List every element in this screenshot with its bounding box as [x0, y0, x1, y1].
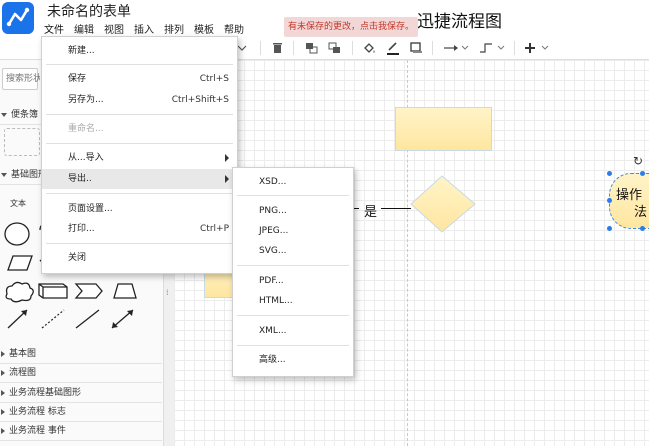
shape-text[interactable]: 文本 — [10, 198, 26, 209]
sidebar-section-bpmn-basic[interactable]: 业务流程基础图形 — [0, 384, 162, 403]
caret-right-icon — [1, 427, 5, 434]
shadow-icon[interactable] — [409, 41, 423, 55]
export-svg[interactable]: SVG... — [233, 241, 353, 261]
file-menu: 新建... 保存 Ctrl+S 另存为... Ctrl+Shift+S 重命名...… — [41, 36, 238, 274]
shape-search-box[interactable] — [2, 68, 43, 90]
toolbar-separator — [293, 41, 294, 55]
menu-item-rename: 重命名... — [68, 124, 104, 134]
menu-insert[interactable]: 插入 — [134, 21, 154, 36]
to-front-icon[interactable] — [304, 41, 318, 55]
shape-step[interactable] — [74, 283, 103, 299]
document-title[interactable]: 未命名的表单 — [47, 1, 131, 21]
submenu-arrow-icon — [225, 154, 229, 162]
shape-ellipse[interactable] — [4, 222, 30, 246]
menu-separator — [46, 243, 233, 244]
resize-handle[interactable] — [607, 226, 612, 231]
submenu-arrow-icon — [225, 175, 229, 183]
export-submenu: XSD... PNG... JPEG... SVG... PDF... HTML… — [232, 167, 354, 377]
sidebar-section-flowchart[interactable]: 流程图 — [0, 364, 162, 383]
menu-help[interactable]: 帮助 — [224, 21, 244, 36]
insert-plus-icon[interactable] — [524, 41, 550, 55]
menu-file[interactable]: 文件 — [44, 21, 64, 36]
menu-separator — [46, 64, 233, 65]
export-png[interactable]: PNG... — [233, 201, 353, 221]
scratchpad-drop-area[interactable] — [4, 128, 40, 156]
shape-cube[interactable] — [38, 283, 68, 299]
export-xsd[interactable]: XSD... — [233, 172, 353, 192]
splitter-grip-icon[interactable]: ⁞ — [166, 288, 169, 297]
toolbar-separator — [352, 41, 353, 55]
menu-item-page-setup[interactable]: 页面设置... — [42, 199, 237, 219]
connector-label[interactable]: 是 — [364, 201, 377, 220]
menu-item-new[interactable]: 新建... — [42, 41, 237, 61]
shape-dotted-line[interactable] — [41, 309, 65, 329]
menu-separator — [237, 315, 349, 316]
shape-line[interactable] — [75, 309, 100, 329]
caret-right-icon — [1, 408, 5, 415]
export-xml[interactable]: XML... — [233, 321, 353, 341]
caret-right-icon — [1, 389, 5, 396]
sidebar-section-bpmn-markers[interactable]: 业务流程 标志 — [0, 403, 162, 422]
resize-handle[interactable] — [607, 198, 612, 203]
menu-item-close[interactable]: 关闭 — [42, 248, 237, 268]
toolbar-separator — [432, 41, 433, 55]
delete-icon[interactable] — [270, 41, 284, 55]
shape-search-input[interactable] — [3, 69, 43, 89]
export-advanced[interactable]: 高级... — [233, 350, 353, 370]
export-html[interactable]: HTML... — [233, 291, 353, 311]
menu-separator — [46, 114, 233, 115]
resize-handle[interactable] — [640, 171, 645, 176]
caret-right-icon — [1, 369, 5, 376]
to-back-icon[interactable] — [327, 41, 341, 55]
menu-template[interactable]: 模板 — [194, 21, 214, 36]
connection-style-icon[interactable] — [443, 41, 469, 55]
shape-trapezoid[interactable] — [113, 283, 137, 299]
rotate-handle-icon[interactable]: ↻ — [633, 154, 643, 168]
line-color-icon[interactable] — [385, 41, 401, 55]
menu-item-import[interactable]: 从...导入 — [42, 148, 237, 168]
selected-shape-text[interactable]: 操作 法 — [616, 187, 647, 221]
menu-separator — [237, 195, 349, 196]
toolbar-separator — [514, 41, 515, 55]
menu-separator — [237, 345, 349, 346]
menubar: 文件 编辑 视图 插入 排列 模板 帮助 — [44, 20, 254, 36]
menu-item-export[interactable]: 导出.. — [42, 169, 237, 189]
export-pdf[interactable]: PDF... — [233, 271, 353, 291]
connector-line[interactable] — [381, 208, 411, 209]
shape-cloud[interactable] — [5, 281, 34, 303]
caret-down-icon — [1, 112, 7, 117]
menu-separator — [46, 193, 233, 194]
menu-item-print[interactable]: 打印... Ctrl+P — [42, 219, 237, 239]
canvas-decision-shape[interactable] — [409, 175, 477, 233]
sidebar-section-bpmn-events[interactable]: 业务流程 事件 — [0, 422, 162, 441]
app-title: 迅捷流程图 — [417, 12, 502, 32]
menu-edit[interactable]: 编辑 — [74, 21, 94, 36]
canvas-process-shape[interactable] — [395, 107, 492, 151]
shape-parallelogram[interactable] — [7, 255, 33, 271]
resize-handle[interactable] — [607, 171, 612, 176]
menu-arrange[interactable]: 排列 — [164, 21, 184, 36]
caret-right-icon — [1, 350, 5, 357]
menu-item-save-as[interactable]: 另存为... Ctrl+Shift+S — [42, 90, 237, 110]
toolbar-separator — [260, 41, 261, 55]
menu-separator — [237, 265, 349, 266]
export-jpeg[interactable]: JPEG... — [233, 221, 353, 241]
resize-handle[interactable] — [640, 226, 645, 231]
menu-item-save[interactable]: 保存 Ctrl+S — [42, 69, 237, 89]
fill-color-icon[interactable] — [362, 41, 376, 55]
sidebar-section-basic[interactable]: 基本图 — [0, 345, 162, 364]
menu-view[interactable]: 视图 — [104, 21, 124, 36]
app-logo-icon[interactable] — [2, 2, 34, 34]
unsaved-changes-notice[interactable]: 有未保存的更改，点击我保存。 — [284, 17, 419, 37]
menu-separator — [46, 143, 233, 144]
waypoints-icon[interactable] — [479, 41, 505, 55]
caret-down-icon — [1, 172, 7, 177]
